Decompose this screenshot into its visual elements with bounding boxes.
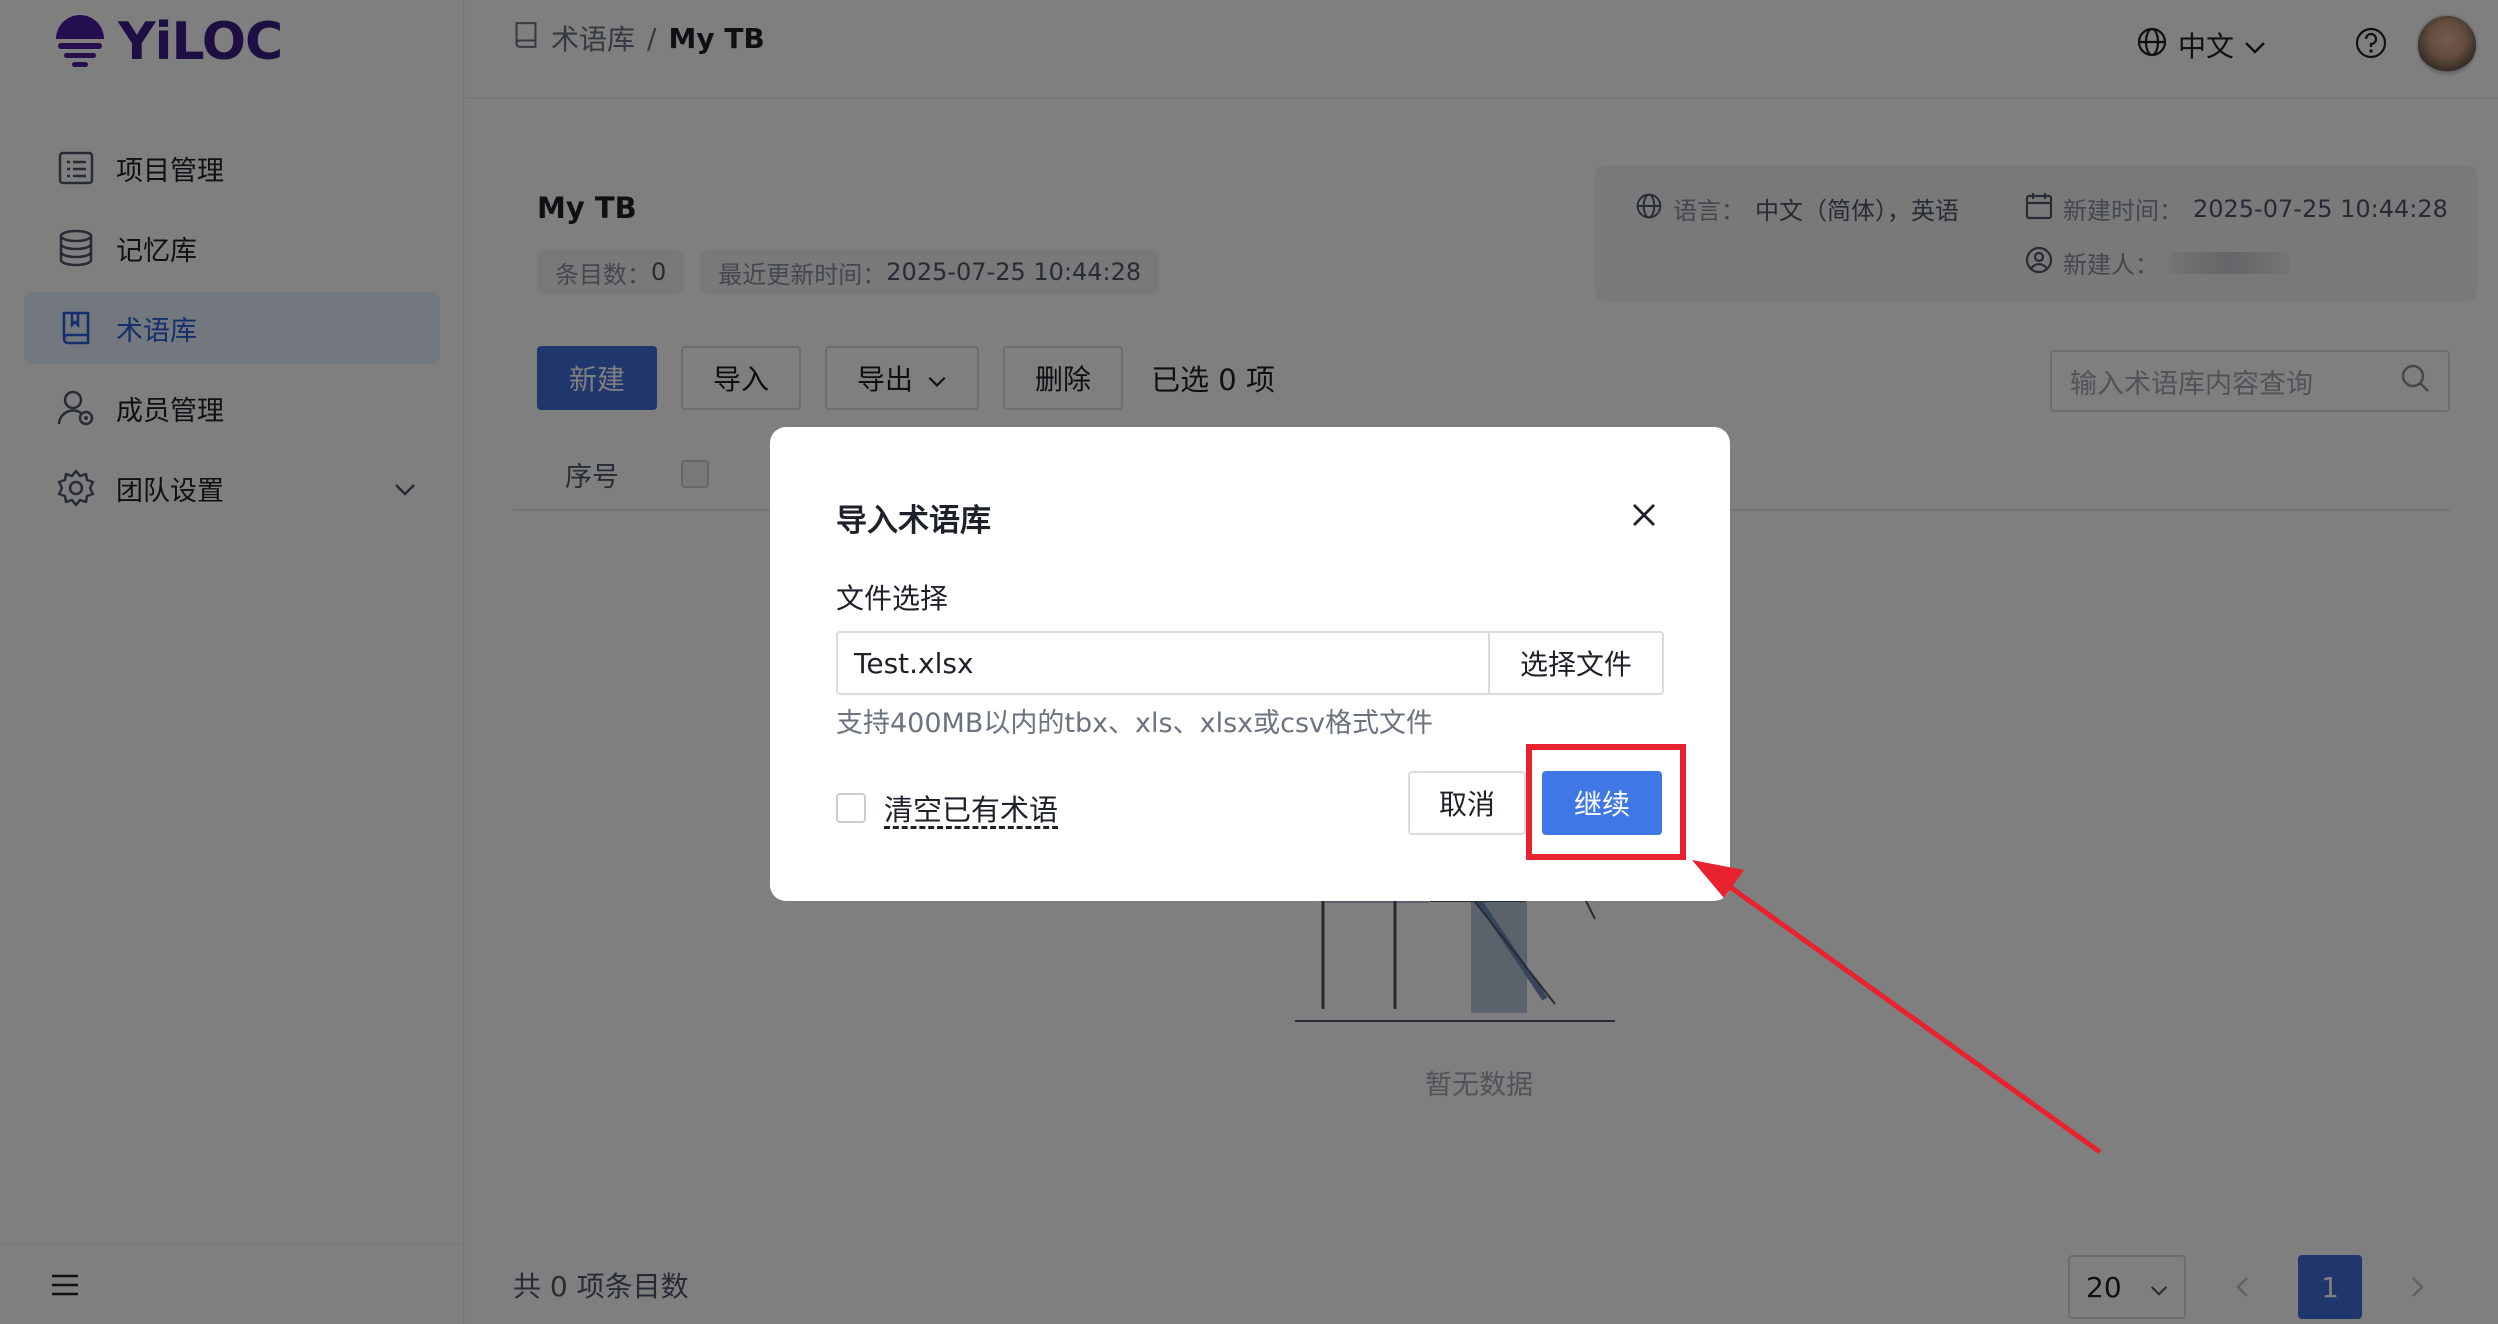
- choose-file-button[interactable]: 选择文件: [1488, 631, 1664, 695]
- highlight-box: [1526, 744, 1686, 860]
- file-picker: Test.xlsx 选择文件: [836, 631, 1664, 695]
- clear-terms-checkbox[interactable]: [836, 793, 866, 823]
- cancel-button[interactable]: 取消: [1408, 771, 1526, 835]
- close-icon[interactable]: [1626, 497, 1662, 533]
- file-hint: 支持400MB以内的tbx、xls、xlsx或csv格式文件: [836, 708, 1434, 739]
- file-select-label: 文件选择: [836, 582, 949, 615]
- clear-terms-label[interactable]: 清空已有术语: [884, 787, 1058, 829]
- clear-terms-option: 清空已有术语: [836, 787, 1058, 829]
- dialog-title: 导入术语库: [836, 503, 991, 539]
- file-path-input[interactable]: Test.xlsx: [836, 631, 1488, 695]
